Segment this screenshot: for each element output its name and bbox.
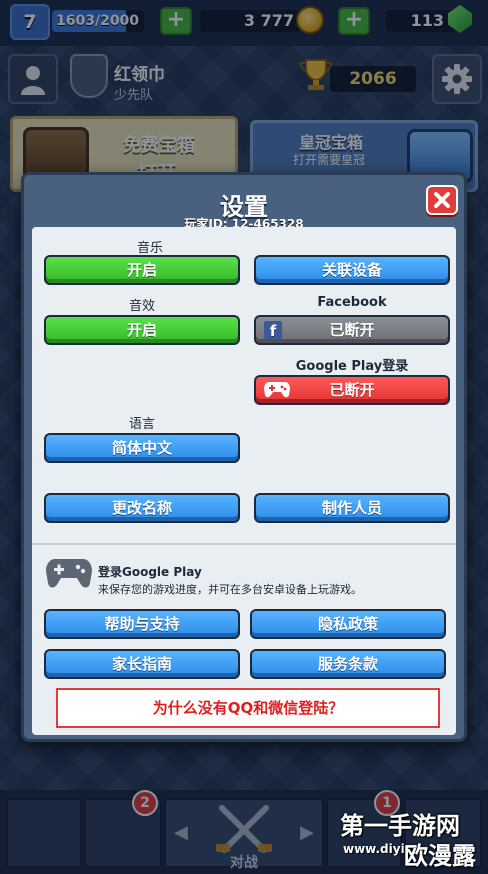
link-device-button[interactable]: 关联设备 <box>254 255 450 285</box>
music-toggle-button[interactable]: 开启 <box>44 255 240 285</box>
google-play-button-label: 已断开 <box>329 381 375 399</box>
parent-guide-button[interactable]: 家长指南 <box>44 649 240 679</box>
settings-modal: 设置 玩家ID: 12-465328 音乐 开启 关联设备 音效 Faceboo… <box>21 172 467 742</box>
gamepad-icon <box>264 382 290 398</box>
sfx-toggle-button[interactable]: 开启 <box>44 315 240 345</box>
watermark-url: www.diyi <box>343 842 405 856</box>
watermark-brand: 欧漫露 <box>404 842 476 870</box>
privacy-policy-button[interactable]: 隐私政策 <box>250 609 446 639</box>
facebook-button-label: 已断开 <box>329 321 375 339</box>
qq-wechat-login-question[interactable]: 为什么没有QQ和微信登陆？ <box>56 688 440 728</box>
close-icon <box>434 192 450 208</box>
settings-panel: 音乐 开启 关联设备 音效 Facebook 开启 f 已断开 Google P… <box>32 227 456 735</box>
sfx-label: 音效 <box>128 299 155 314</box>
divider <box>32 543 456 545</box>
google-play-promo-title: 登录Google Play <box>98 565 202 579</box>
terms-of-service-button[interactable]: 服务条款 <box>250 649 446 679</box>
facebook-connect-button[interactable]: f 已断开 <box>254 315 450 345</box>
google-play-connect-button[interactable]: 已断开 <box>254 375 450 405</box>
language-label: 语言 <box>128 417 155 432</box>
facebook-label: Facebook <box>317 295 387 310</box>
music-label: 音乐 <box>136 241 163 256</box>
google-play-promo-description: 来保存您的游戏进度，并可在多台安卓设备上玩游戏。 <box>98 583 362 596</box>
rename-button[interactable]: 更改名称 <box>44 493 240 523</box>
google-play-label: Google Play登录 <box>295 359 409 374</box>
gamepad-icon <box>46 559 92 588</box>
help-support-button[interactable]: 帮助与支持 <box>44 609 240 639</box>
facebook-icon: f <box>264 321 282 340</box>
language-select-button[interactable]: 简体中文 <box>44 433 240 463</box>
credits-button[interactable]: 制作人员 <box>254 493 450 523</box>
close-button[interactable] <box>426 185 458 215</box>
